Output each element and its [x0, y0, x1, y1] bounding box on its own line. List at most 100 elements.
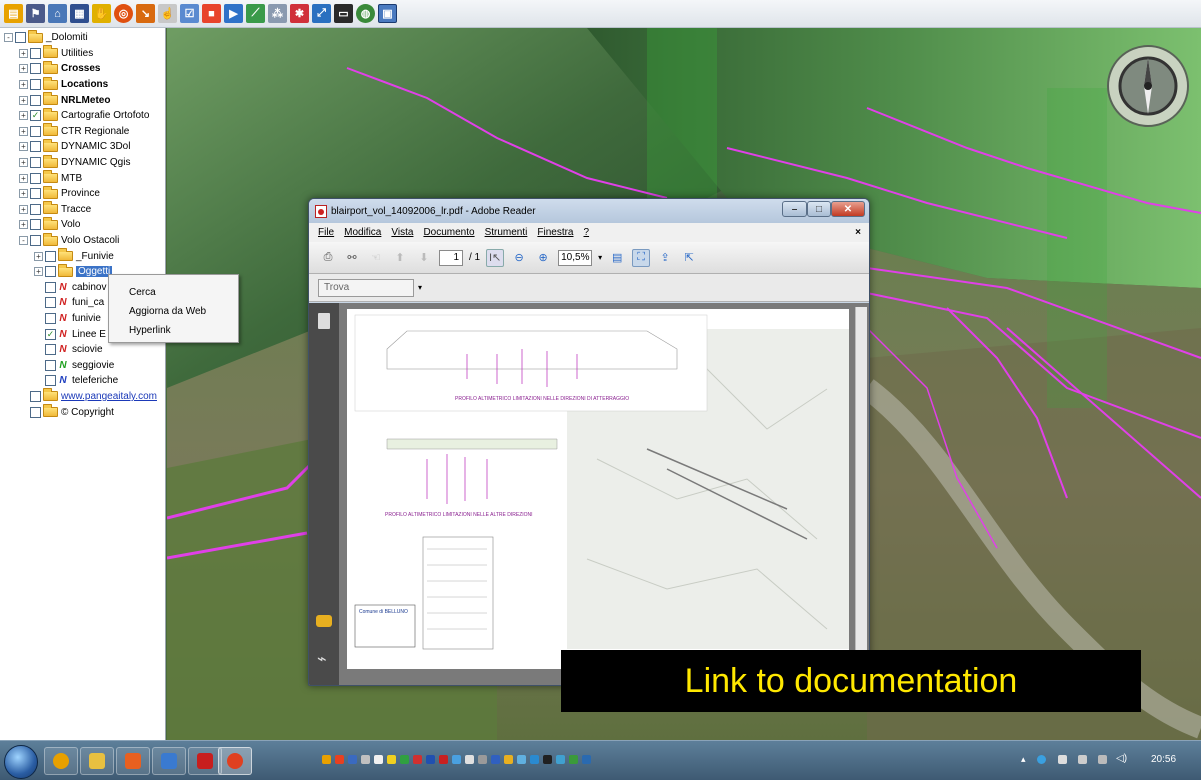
- menu-item-hyperlink[interactable]: Hyperlink: [109, 321, 238, 340]
- measure-icon[interactable]: ↘: [136, 4, 155, 23]
- layer-checkbox[interactable]: [45, 250, 56, 262]
- expand-icon[interactable]: +: [19, 220, 28, 230]
- layer-checkbox[interactable]: [45, 281, 56, 293]
- tree-node[interactable]: + DYNAMIC 3Dol: [0, 138, 165, 155]
- layer-checkbox[interactable]: [30, 94, 41, 106]
- expand-icon[interactable]: +: [34, 251, 43, 261]
- device-tray-icon[interactable]: [1078, 755, 1087, 764]
- menu-item-aggiorna-da-web[interactable]: Aggiorna da Web: [109, 302, 238, 321]
- open-icon[interactable]: ▤: [4, 4, 23, 23]
- clock[interactable]: 20:56: [1151, 754, 1176, 765]
- layer-checkbox[interactable]: [30, 79, 41, 91]
- volume-icon[interactable]: ◁): [1116, 753, 1127, 764]
- screen-icon[interactable]: ▭: [334, 4, 353, 23]
- expand-icon[interactable]: +: [19, 64, 28, 74]
- zoom-in-icon[interactable]: ⊕: [534, 249, 552, 267]
- layer-checkbox[interactable]: [30, 203, 41, 215]
- network-icon[interactable]: [1037, 755, 1046, 764]
- tree-node[interactable]: + NRLMeteo: [0, 92, 165, 108]
- expand-icon[interactable]: +: [19, 204, 28, 214]
- quicklaunch-icon[interactable]: [569, 755, 578, 764]
- reader-title-bar[interactable]: blairport_vol_14092006_lr.pdf - Adobe Re…: [309, 199, 869, 223]
- zoom-level-field[interactable]: 10,5%: [558, 249, 593, 266]
- monitor-tray-icon[interactable]: [1098, 755, 1107, 764]
- taskbar-app-blue[interactable]: [152, 747, 186, 775]
- quicklaunch-icon[interactable]: [465, 755, 474, 764]
- grid-icon[interactable]: ▦: [70, 4, 89, 23]
- menu-finestra[interactable]: Finestra: [537, 227, 573, 238]
- compass-icon[interactable]: [1106, 44, 1190, 128]
- menu-vista[interactable]: Vista: [391, 227, 413, 238]
- layer-checkbox[interactable]: [45, 359, 56, 371]
- tree-node[interactable]: + Utilities: [0, 45, 165, 62]
- tree-node[interactable]: - _Dolomiti: [0, 29, 165, 46]
- minimize-button[interactable]: –: [782, 201, 807, 217]
- print-icon[interactable]: ⎙: [319, 249, 337, 267]
- pdf-page[interactable]: PROFILO ALTIMETRICO LIMITAZIONI NELLE DI…: [347, 309, 849, 669]
- profile-chart-icon[interactable]: ⟋: [246, 4, 265, 23]
- share-icon[interactable]: ⇱: [680, 249, 698, 267]
- tree-node[interactable]: + ✓ Cartografie Ortofoto: [0, 107, 165, 124]
- quicklaunch-icon[interactable]: [491, 755, 500, 764]
- tree-node[interactable]: + Tracce: [0, 201, 165, 218]
- play-icon[interactable]: ▶: [224, 4, 243, 23]
- red-figure-icon[interactable]: ✱: [290, 4, 309, 23]
- globe-icon[interactable]: ◍: [356, 4, 375, 23]
- expand-icon[interactable]: +: [19, 95, 28, 105]
- quicklaunch-icon[interactable]: [361, 755, 370, 764]
- checklist-icon[interactable]: ☑: [180, 4, 199, 23]
- page-number-input[interactable]: 1: [439, 249, 463, 266]
- quicklaunch-icon[interactable]: [556, 755, 565, 764]
- tree-node[interactable]: www.pangeaitaly.com: [0, 388, 165, 405]
- quicklaunch-icon[interactable]: [543, 755, 552, 764]
- layer-checkbox[interactable]: [45, 375, 56, 387]
- next-page-icon[interactable]: ⬇: [415, 249, 433, 267]
- layer-checkbox[interactable]: [30, 141, 41, 153]
- layer-checkbox[interactable]: [45, 312, 56, 324]
- tree-node[interactable]: + MTB: [0, 170, 165, 186]
- target-icon[interactable]: ◎: [114, 4, 133, 23]
- taskbar-explorer[interactable]: [80, 747, 114, 775]
- layer-checkbox[interactable]: ✓: [45, 328, 56, 340]
- flag-tray-icon[interactable]: [1058, 755, 1067, 764]
- taskbar-active-app[interactable]: [218, 747, 252, 775]
- quicklaunch-icon[interactable]: [374, 755, 383, 764]
- expand-icon[interactable]: +: [19, 111, 28, 121]
- tree-node[interactable]: Nsciovie: [0, 342, 165, 358]
- expand-icon[interactable]: +: [34, 267, 43, 277]
- tree-node[interactable]: + Locations: [0, 76, 165, 93]
- menu-file[interactable]: File: [318, 227, 334, 238]
- quicklaunch-icon[interactable]: [517, 755, 526, 764]
- layer-checkbox[interactable]: [30, 390, 41, 402]
- collapse-icon[interactable]: -: [4, 33, 13, 43]
- attachment-icon[interactable]: ⌁: [317, 649, 327, 669]
- expand-icon[interactable]: +: [19, 158, 28, 168]
- quicklaunch-icon[interactable]: [426, 755, 435, 764]
- hand-icon[interactable]: ☝: [158, 4, 177, 23]
- expand-icon[interactable]: +: [19, 173, 28, 183]
- layer-checkbox[interactable]: [30, 219, 41, 231]
- find-dropdown-icon[interactable]: ▾: [418, 283, 422, 292]
- quicklaunch-icon[interactable]: [504, 755, 513, 764]
- find-input[interactable]: Trova: [318, 278, 414, 297]
- layer-checkbox[interactable]: [45, 266, 56, 278]
- tree-node[interactable]: - Volo Ostacoli: [0, 232, 165, 249]
- export-icon[interactable]: ⇪: [656, 249, 674, 267]
- quicklaunch-icon[interactable]: [335, 755, 344, 764]
- select-tool-icon[interactable]: I↖: [486, 248, 505, 267]
- layer-checkbox[interactable]: [30, 157, 41, 169]
- start-button[interactable]: [4, 745, 38, 779]
- fit-page-icon[interactable]: ⛶: [632, 248, 651, 267]
- menu-documento[interactable]: Documento: [423, 227, 474, 238]
- binoculars-icon[interactable]: ⚯: [343, 249, 361, 267]
- comments-icon[interactable]: [316, 615, 332, 627]
- layer-checkbox[interactable]: [30, 188, 41, 200]
- menu-modifica[interactable]: Modifica: [344, 227, 381, 238]
- flag-icon[interactable]: ⚑: [26, 4, 45, 23]
- home-icon[interactable]: ⌂: [48, 4, 67, 23]
- layer-checkbox[interactable]: [30, 172, 41, 184]
- tray-expand-icon[interactable]: ▴: [1021, 754, 1026, 765]
- expand-icon[interactable]: +: [19, 48, 28, 58]
- hand-tool-icon[interactable]: ☜: [367, 249, 385, 267]
- vertical-scrollbar[interactable]: [855, 307, 867, 683]
